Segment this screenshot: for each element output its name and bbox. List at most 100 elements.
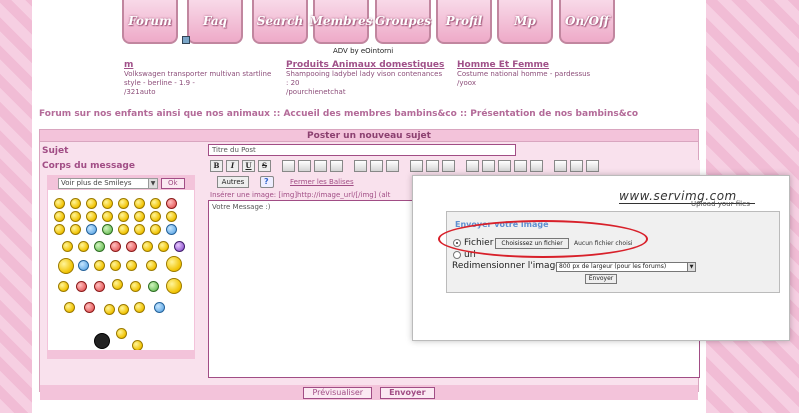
smiley-icon[interactable] (148, 281, 159, 292)
autres-button[interactable]: Autres (217, 176, 249, 188)
smiley-icon[interactable] (126, 241, 137, 252)
quote-icon[interactable] (410, 160, 423, 172)
ad-url[interactable]: /pourchienetchat (286, 88, 446, 96)
nav-faq-button[interactable]: Faq (187, 0, 243, 44)
nav-onoff-button[interactable]: On/Off (559, 0, 615, 44)
font-size-icon[interactable] (554, 160, 567, 172)
smiley-icon[interactable] (134, 302, 145, 313)
video-icon[interactable] (530, 160, 543, 172)
send-button[interactable]: Envoyer (380, 386, 435, 399)
smiley-icon[interactable] (102, 224, 113, 235)
smiley-icon[interactable] (78, 260, 89, 271)
align-right-icon[interactable] (314, 160, 327, 172)
smiley-icon[interactable] (70, 198, 81, 209)
smiley-icon[interactable] (134, 211, 145, 222)
smiley-icon[interactable] (134, 224, 145, 235)
nav-forum-button[interactable]: Forum (122, 0, 178, 44)
ad-url[interactable]: /321auto (124, 88, 284, 96)
ad-block[interactable]: m Volkswagen transporter multivan startl… (124, 60, 284, 96)
flash-icon[interactable] (514, 160, 527, 172)
smiley-icon[interactable] (116, 328, 127, 339)
file-radio[interactable] (453, 239, 461, 247)
rss-icon[interactable] (182, 36, 190, 44)
smiley-icon[interactable] (54, 211, 65, 222)
smiley-icon[interactable] (150, 211, 161, 222)
smiley-icon[interactable] (166, 198, 177, 209)
smiley-icon[interactable] (154, 302, 165, 313)
breadcrumb-accueil-link[interactable]: Accueil des membres bambins&co (283, 109, 456, 119)
smiley-icon[interactable] (94, 241, 105, 252)
spoiler-icon[interactable] (442, 160, 455, 172)
smiley-icon[interactable] (166, 211, 177, 222)
smiley-icon[interactable] (86, 198, 97, 209)
smiley-icon[interactable] (86, 224, 97, 235)
smiley-icon[interactable] (102, 198, 113, 209)
image-icon[interactable] (482, 160, 495, 172)
smiley-icon[interactable] (158, 241, 169, 252)
smiley-icon[interactable] (166, 224, 177, 235)
close-tags-link[interactable]: Fermer les Balises (290, 178, 354, 186)
smiley-icon[interactable] (110, 260, 121, 271)
smiley-icon[interactable] (118, 304, 129, 315)
smiley-icon[interactable] (78, 241, 89, 252)
smiley-icon[interactable] (94, 260, 105, 271)
smiley-icon[interactable] (76, 281, 87, 292)
upload-send-button[interactable]: Envoyer (585, 274, 617, 284)
smileys-ok-button[interactable]: Ok (161, 177, 185, 189)
ad-block[interactable]: Produits Animaux domestiques Shampooing … (286, 60, 446, 96)
smiley-icon[interactable] (146, 260, 157, 271)
smiley-icon[interactable] (118, 224, 129, 235)
more-smileys-select[interactable]: Voir plus de Smileys ▼ (58, 177, 158, 189)
smiley-icon[interactable] (130, 281, 141, 292)
underline-button[interactable]: U (242, 160, 255, 172)
font-color-icon[interactable] (570, 160, 583, 172)
preview-button[interactable]: Prévisualiser (303, 386, 373, 399)
smiley-icon[interactable] (64, 302, 75, 313)
smiley-icon[interactable] (70, 211, 81, 222)
smiley-icon[interactable] (70, 224, 81, 235)
smiley-icon[interactable] (104, 304, 115, 315)
smiley-icon[interactable] (142, 241, 153, 252)
url-radio[interactable] (453, 251, 461, 259)
smiley-icon[interactable] (94, 333, 110, 349)
font-family-icon[interactable] (586, 160, 599, 172)
smiley-icon[interactable] (84, 302, 95, 313)
nav-mp-button[interactable]: Mp (497, 0, 553, 44)
help-icon[interactable] (260, 176, 274, 188)
resize-select[interactable]: 800 px de largeur (pour les forums) ▼ (556, 262, 696, 272)
smiley-icon[interactable] (54, 224, 65, 235)
breadcrumb-forum-link[interactable]: Forum sur nos enfants ainsi que nos anim… (39, 109, 270, 119)
ad-title[interactable]: Produits Animaux domestiques (286, 60, 446, 70)
smiley-icon[interactable] (118, 198, 129, 209)
nav-profil-button[interactable]: Profil (436, 0, 492, 44)
smiley-icon[interactable] (110, 241, 121, 252)
smiley-icon[interactable] (102, 211, 113, 222)
choose-file-button[interactable]: Choisissez un fichier (495, 238, 569, 249)
ad-url[interactable]: /yoox (457, 79, 617, 87)
nav-groupes-button[interactable]: Groupes (375, 0, 431, 44)
smiley-icon[interactable] (150, 198, 161, 209)
horizontal-rule-icon[interactable] (386, 160, 399, 172)
align-left-icon[interactable] (282, 160, 295, 172)
smiley-icon[interactable] (62, 241, 73, 252)
smiley-icon[interactable] (94, 281, 105, 292)
code-icon[interactable] (426, 160, 439, 172)
subject-input[interactable]: Titre du Post (208, 144, 516, 156)
smiley-icon[interactable] (166, 256, 182, 272)
ad-block[interactable]: Homme Et Femme Costume national homme - … (457, 60, 617, 87)
smiley-icon[interactable] (174, 241, 185, 252)
breadcrumb-presentation-link[interactable]: Présentation de nos bambins&co (470, 109, 638, 119)
nav-membres-button[interactable]: Membres (310, 0, 372, 44)
link-icon[interactable] (498, 160, 511, 172)
smiley-icon[interactable] (58, 258, 74, 274)
smiley-icon[interactable] (126, 260, 137, 271)
smiley-icon[interactable] (166, 278, 182, 294)
ad-title[interactable]: Homme Et Femme (457, 60, 617, 70)
smiley-icon[interactable] (86, 211, 97, 222)
bold-button[interactable]: B (210, 160, 223, 172)
ad-title[interactable]: m (124, 60, 284, 70)
align-center-icon[interactable] (298, 160, 311, 172)
numbered-list-icon[interactable] (370, 160, 383, 172)
italic-button[interactable]: I (226, 160, 239, 172)
bullet-list-icon[interactable] (354, 160, 367, 172)
